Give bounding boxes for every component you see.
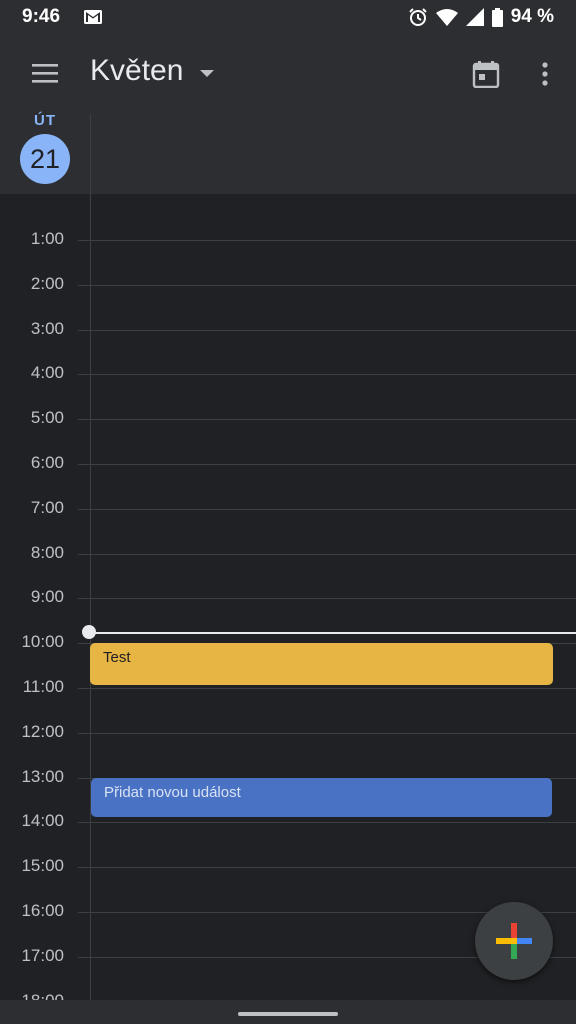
schedule-grid[interactable]: 1:00 2:00 3:00 4:00 5:00 6:00 7:00 8:00 9:00 10:0… xyxy=(0,196,576,1010)
hour-row: 9:00 xyxy=(0,587,576,606)
hour-label: 1:00 xyxy=(30,229,64,248)
hour-line xyxy=(78,732,576,734)
month-selector[interactable]: Květen xyxy=(90,54,183,88)
hour-row: 4:00 xyxy=(0,363,576,382)
status-bar: 9:46 94 % xyxy=(0,0,576,36)
hour-line xyxy=(78,329,576,331)
hour-row: 5:00 xyxy=(0,408,576,427)
day-number[interactable]: 21 xyxy=(20,134,70,184)
hour-line xyxy=(78,688,576,689)
hour-row: 6:00 xyxy=(0,453,576,472)
hour-line xyxy=(78,553,576,555)
current-time-dot xyxy=(82,625,96,639)
hour-line xyxy=(78,284,576,286)
hour-label: 8:00 xyxy=(30,542,64,562)
event-test[interactable]: Test xyxy=(90,643,553,685)
hour-line xyxy=(78,822,576,824)
hour-label: 3:00 xyxy=(30,318,64,338)
hour-row: 7:00 xyxy=(0,498,576,517)
hour-line xyxy=(78,508,576,510)
event-new[interactable]: Přidat novou událost xyxy=(91,778,552,817)
more-vert-icon[interactable] xyxy=(538,60,552,88)
signal-icon xyxy=(465,8,484,26)
hour-label: 14:00 xyxy=(21,811,64,831)
hour-row: 15:00 xyxy=(0,856,576,875)
battery-icon xyxy=(491,7,503,27)
hour-label: 12:00 xyxy=(21,721,64,741)
gmail-notification-icon xyxy=(84,10,102,24)
hour-label: 15:00 xyxy=(21,856,64,876)
hour-label: 4:00 xyxy=(30,363,64,383)
menu-icon[interactable] xyxy=(30,62,60,84)
hour-label: 17:00 xyxy=(21,945,64,965)
day-column-divider xyxy=(90,114,91,1004)
hour-line xyxy=(78,374,576,376)
hour-line xyxy=(78,867,576,869)
hour-label: 13:00 xyxy=(21,766,64,786)
hour-line xyxy=(78,598,576,600)
hour-label: 16:00 xyxy=(21,901,64,920)
hour-label: 10:00 xyxy=(21,632,64,652)
chevron-down-icon[interactable] xyxy=(200,70,214,78)
hour-line xyxy=(78,240,576,241)
battery-percentage: 94 % xyxy=(510,6,554,27)
status-icons: 94 % xyxy=(408,6,554,28)
hour-row: 12:00 xyxy=(0,722,576,741)
hour-label: 6:00 xyxy=(30,453,64,472)
calendar-today-icon[interactable] xyxy=(472,60,500,88)
event-title: Test xyxy=(103,649,131,666)
hour-row: 2:00 xyxy=(0,274,576,293)
hour-label: 2:00 xyxy=(30,273,64,293)
hour-row: 8:00 xyxy=(0,543,576,562)
app-bar: Květen ÚT 21 xyxy=(0,36,576,194)
hour-label: 5:00 xyxy=(30,408,64,428)
hour-row: 14:00 xyxy=(0,811,576,830)
home-gesture-handle[interactable] xyxy=(238,1012,338,1016)
hour-label: 7:00 xyxy=(30,497,64,517)
navigation-bar xyxy=(0,1000,576,1024)
current-time-line xyxy=(90,632,576,634)
hour-line xyxy=(78,419,576,421)
hour-row: 3:00 xyxy=(0,319,576,338)
google-plus-icon xyxy=(496,923,532,959)
hour-label: 9:00 xyxy=(30,587,64,607)
hour-row: 11:00 xyxy=(0,677,576,696)
status-time: 9:46 xyxy=(22,6,61,27)
hour-row: 1:00 xyxy=(0,229,576,248)
event-title: Přidat novou událost xyxy=(104,784,241,801)
create-event-fab[interactable] xyxy=(475,902,553,980)
day-of-week: ÚT xyxy=(34,112,56,129)
hour-line xyxy=(78,464,576,465)
alarm-icon xyxy=(408,8,427,26)
hour-label: 11:00 xyxy=(22,677,64,696)
wifi-icon xyxy=(435,9,458,26)
